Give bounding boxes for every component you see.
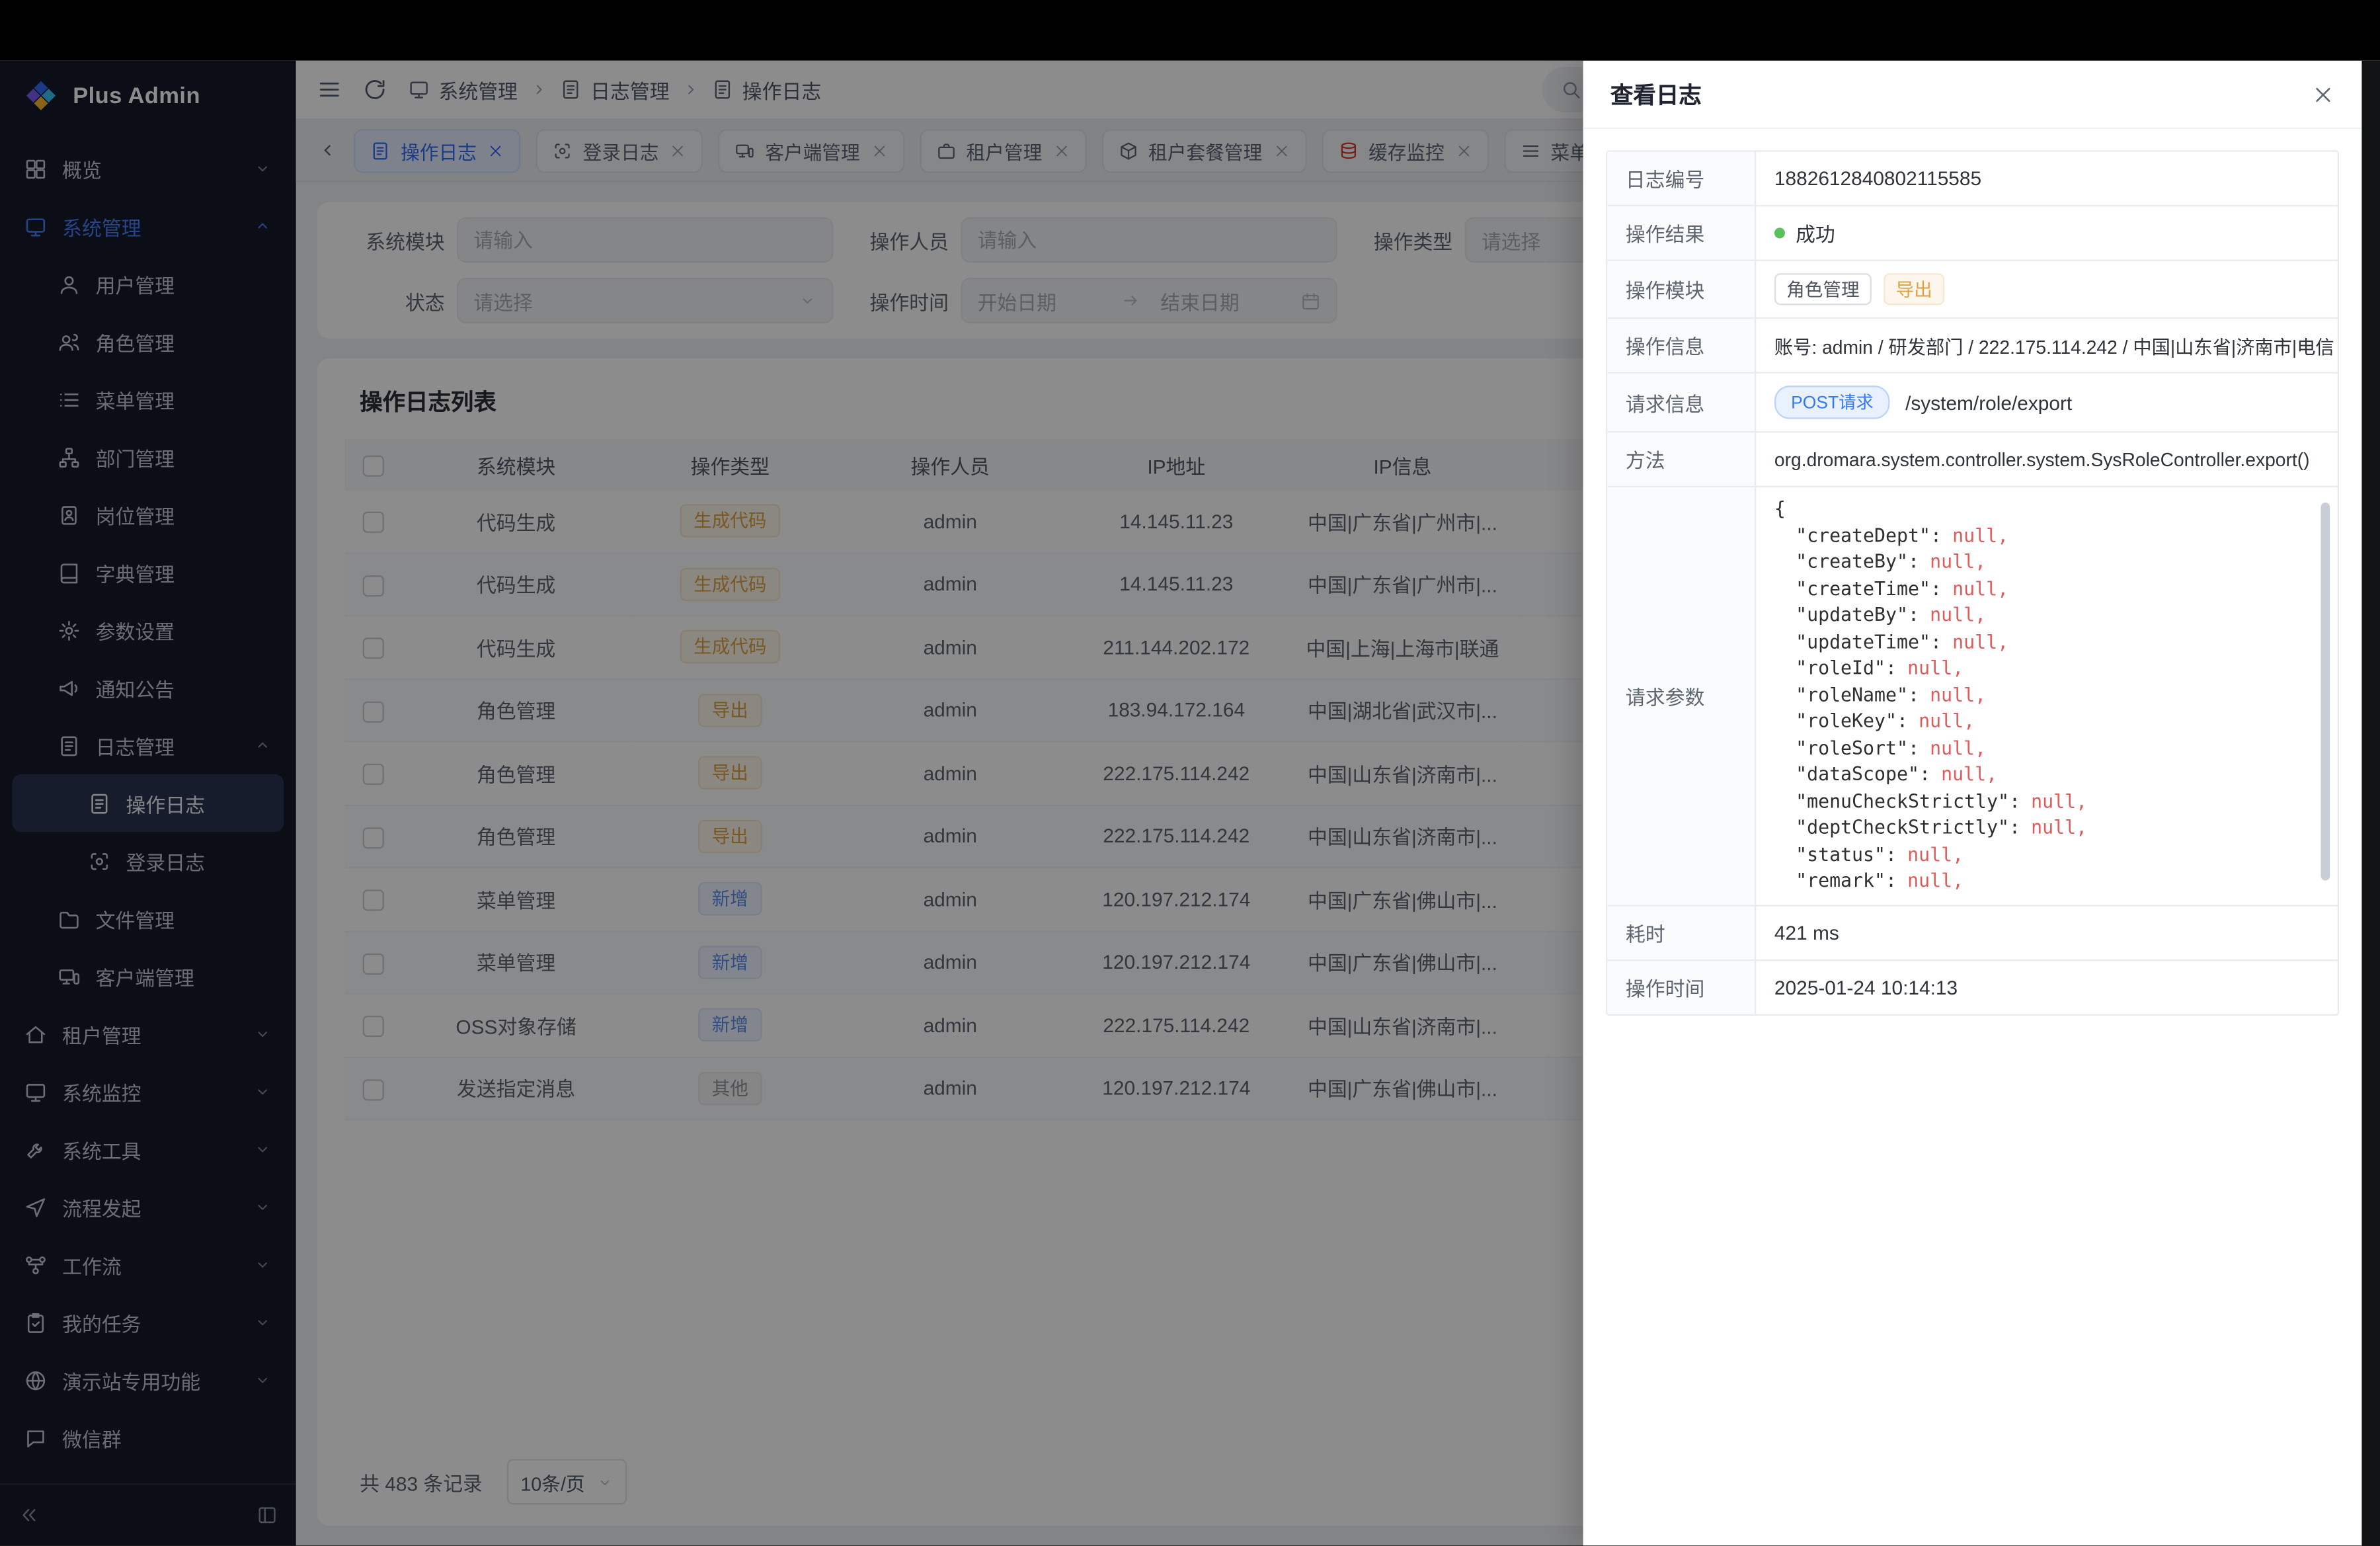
- drawer-title: 查看日志: [1610, 78, 1702, 110]
- operation-info-value: 账号: admin / 研发部门 / 222.175.114.242 / 中国|…: [1756, 319, 2337, 372]
- detail-row-method: 方法 org.dromara.system.controller.system.…: [1607, 432, 2337, 487]
- detail-row-log-id: 日志编号 1882612840802115585: [1607, 152, 2337, 207]
- success-dot-icon: [1774, 227, 1785, 238]
- module-tag: 角色管理: [1774, 273, 1872, 305]
- screen: Plus Admin 概览 系统管理 用户管理: [0, 0, 2380, 1545]
- view-log-drawer: 查看日志 日志编号 1882612840802115585 操作结果 成功 操作…: [1583, 61, 2362, 1545]
- close-drawer-icon[interactable]: [2312, 83, 2334, 105]
- detail-row-result: 操作结果 成功: [1607, 206, 2337, 261]
- detail-row-info: 操作信息 账号: admin / 研发部门 / 222.175.114.242 …: [1607, 319, 2337, 374]
- detail-row-time: 操作时间 2025-01-24 10:14:13: [1607, 960, 2337, 1013]
- log-detail-table: 日志编号 1882612840802115585 操作结果 成功 操作模块 角色…: [1606, 150, 2339, 1015]
- page-scrollbar[interactable]: [2361, 61, 2380, 1545]
- request-url-value: /system/role/export: [1905, 391, 2072, 413]
- params-scrollbar[interactable]: [2320, 503, 2330, 880]
- operation-tag: 导出: [1884, 273, 1944, 305]
- drawer-body: 日志编号 1882612840802115585 操作结果 成功 操作模块 角色…: [1583, 129, 2362, 1036]
- post-method-badge: POST请求: [1774, 386, 1890, 419]
- log-id-value: 1882612840802115585: [1756, 152, 2337, 205]
- detail-row-params: 请求参数 { "createDept":null, "createBy":nul…: [1607, 487, 2337, 906]
- duration-value: 421 ms: [1756, 906, 2337, 959]
- method-value: org.dromara.system.controller.system.Sys…: [1756, 432, 2337, 485]
- detail-row-request: 请求信息 POST请求 /system/role/export: [1607, 374, 2337, 433]
- result-value: 成功: [1796, 219, 1835, 248]
- drawer-header: 查看日志: [1583, 61, 2362, 129]
- operation-time-value: 2025-01-24 10:14:13: [1756, 960, 2337, 1013]
- detail-row-duration: 耗时 421 ms: [1607, 906, 2337, 961]
- request-params-json: { "createDept":null, "createBy":null, "c…: [1756, 487, 2337, 904]
- detail-row-module: 操作模块 角色管理 导出: [1607, 261, 2337, 319]
